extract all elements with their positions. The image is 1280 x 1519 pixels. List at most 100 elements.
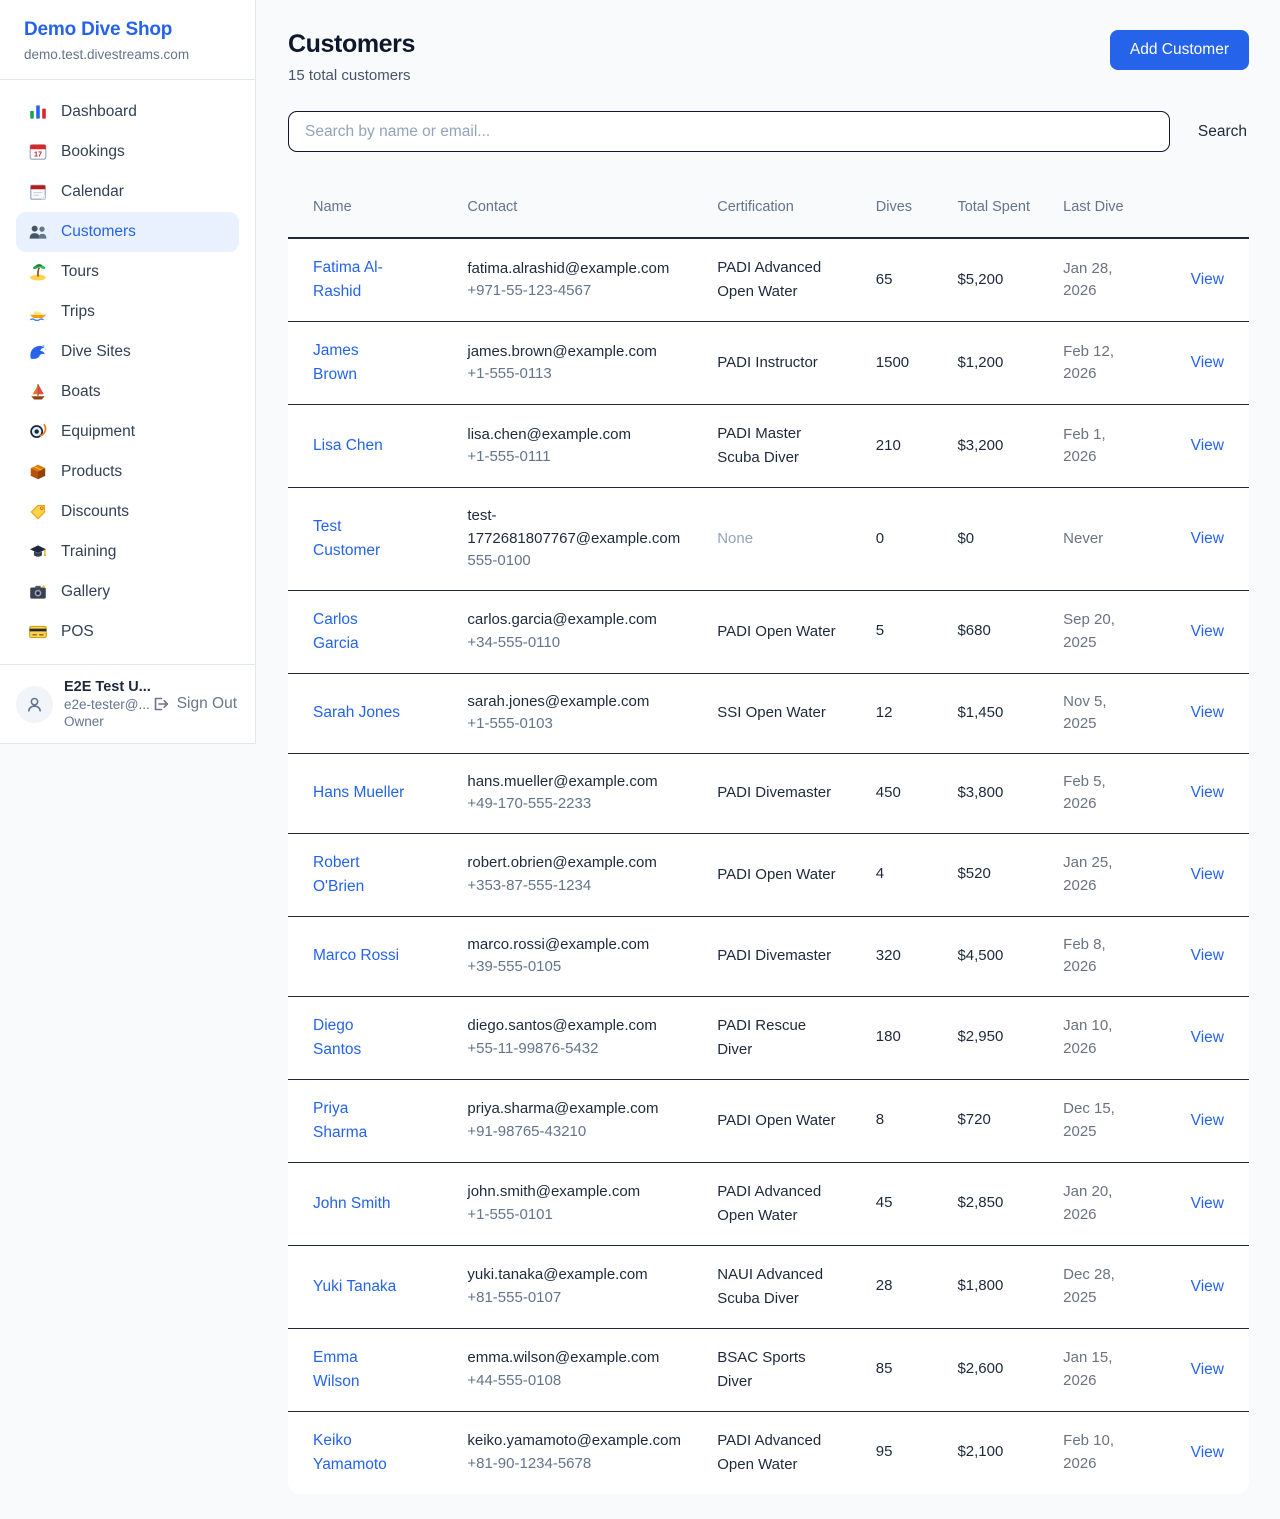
customer-name-link[interactable]: Test Customer: [313, 515, 405, 563]
sidebar-item-gallery[interactable]: Gallery: [16, 572, 239, 612]
customer-name-link[interactable]: Lisa Chen: [313, 434, 383, 458]
customer-dives: 210: [860, 405, 942, 488]
person-icon: [25, 695, 44, 714]
sidebar-item-label: Discounts: [61, 503, 129, 521]
customer-last-dive: Feb 1, 2026: [1047, 405, 1153, 488]
sidebar-item-pos[interactable]: POS: [16, 612, 239, 652]
customer-name-link[interactable]: Hans Mueller: [313, 781, 404, 805]
customer-dives: 45: [860, 1162, 942, 1245]
sidebar-item-products[interactable]: Products: [16, 452, 239, 492]
view-link[interactable]: View: [1191, 623, 1224, 640]
customer-name-link[interactable]: Robert O'Brien: [313, 851, 405, 899]
customer-total-spent: $520: [941, 833, 1047, 916]
sidebar-item-customers[interactable]: Customers: [16, 212, 239, 252]
view-link[interactable]: View: [1191, 1112, 1224, 1129]
customer-email: priya.sharma@example.com: [467, 1098, 685, 1121]
sidebar-item-boats[interactable]: Boats: [16, 372, 239, 412]
view-link[interactable]: View: [1191, 1195, 1224, 1212]
customer-total-spent: $2,850: [941, 1162, 1047, 1245]
search-input[interactable]: [288, 111, 1170, 152]
customer-certification: NAUI Advanced Scuba Diver: [701, 1245, 860, 1328]
view-link[interactable]: View: [1191, 1029, 1224, 1046]
customer-name-link[interactable]: Keiko Yamamoto: [313, 1429, 405, 1477]
customer-name-link[interactable]: John Smith: [313, 1192, 391, 1216]
customer-last-dive: Sep 20, 2025: [1047, 590, 1153, 673]
table-row: Lisa Chen lisa.chen@example.com +1-555-0…: [288, 405, 1249, 488]
view-link[interactable]: View: [1191, 354, 1224, 371]
customer-certification: PADI Divemaster: [701, 753, 860, 833]
table-row: Hans Mueller hans.mueller@example.com +4…: [288, 753, 1249, 833]
sidebar-item-tours[interactable]: Tours: [16, 252, 239, 292]
customer-certification: SSI Open Water: [701, 673, 860, 753]
customer-email: diego.santos@example.com: [467, 1015, 685, 1038]
customer-email: robert.obrien@example.com: [467, 852, 685, 875]
customer-last-dive: Jan 25, 2026: [1047, 833, 1153, 916]
customer-dives: 12: [860, 673, 942, 753]
customer-total-spent: $3,800: [941, 753, 1047, 833]
sign-out-button[interactable]: Sign Out: [151, 695, 239, 713]
calendar-icon: [28, 182, 48, 202]
sidebar-item-label: Products: [61, 463, 122, 481]
customer-total-spent: $680: [941, 590, 1047, 673]
avatar: [16, 686, 53, 723]
view-link[interactable]: View: [1191, 1444, 1224, 1461]
add-customer-button[interactable]: Add Customer: [1110, 30, 1249, 70]
view-link[interactable]: View: [1191, 704, 1224, 721]
customer-phone: +81-90-1234-5678: [467, 1453, 685, 1476]
view-link[interactable]: View: [1191, 1361, 1224, 1378]
customer-email: james.brown@example.com: [467, 341, 685, 364]
sidebar-item-equipment[interactable]: Equipment: [16, 412, 239, 452]
customer-last-dive: Jan 28, 2026: [1047, 238, 1153, 322]
sidebar-item-label: Boats: [61, 383, 101, 401]
sidebar-item-training[interactable]: Training: [16, 532, 239, 572]
customer-name-link[interactable]: James Brown: [313, 339, 405, 387]
sidebar-item-label: Training: [61, 543, 116, 561]
search-button[interactable]: Search: [1196, 119, 1249, 145]
view-link[interactable]: View: [1191, 866, 1224, 883]
view-link[interactable]: View: [1191, 271, 1224, 288]
customer-name-link[interactable]: Sarah Jones: [313, 701, 400, 725]
sidebar-item-label: Calendar: [61, 183, 124, 201]
customer-dives: 320: [860, 916, 942, 996]
customer-name-link[interactable]: Marco Rossi: [313, 944, 399, 968]
page-subtitle: 15 total customers: [288, 67, 415, 84]
sidebar-item-label: POS: [61, 623, 94, 641]
customer-name-link[interactable]: Diego Santos: [313, 1014, 405, 1062]
customer-name-link[interactable]: Fatima Al-Rashid: [313, 256, 405, 304]
sidebar-item-label: Tours: [61, 263, 99, 281]
sidebar-item-trips[interactable]: Trips: [16, 292, 239, 332]
view-link[interactable]: View: [1191, 947, 1224, 964]
sidebar-item-label: Dashboard: [61, 103, 137, 121]
customer-total-spent: $1,200: [941, 322, 1047, 405]
customer-phone: +34-555-0110: [467, 632, 685, 655]
customer-certification: None: [701, 488, 860, 591]
package-icon: [28, 462, 48, 482]
sidebar-footer: E2E Test U... e2e-tester@... Owner Sign …: [0, 664, 255, 743]
customer-name-link[interactable]: Yuki Tanaka: [313, 1275, 396, 1299]
page-header: Customers 15 total customers Add Custome…: [288, 30, 1249, 84]
view-link[interactable]: View: [1191, 1278, 1224, 1295]
customer-total-spent: $5,200: [941, 238, 1047, 322]
sidebar-item-dive-sites[interactable]: Dive Sites: [16, 332, 239, 372]
customer-phone: +1-555-0111: [467, 446, 685, 469]
customer-phone: +1-555-0113: [467, 363, 685, 386]
customer-last-dive: Jan 20, 2026: [1047, 1162, 1153, 1245]
customer-name-link[interactable]: Carlos Garcia: [313, 608, 405, 656]
view-link[interactable]: View: [1191, 437, 1224, 454]
credit-card-icon: [28, 622, 48, 642]
sidebar-item-calendar[interactable]: Calendar: [16, 172, 239, 212]
sidebar-item-dashboard[interactable]: Dashboard: [16, 92, 239, 132]
customer-name-link[interactable]: Priya Sharma: [313, 1097, 405, 1145]
customer-name-link[interactable]: Emma Wilson: [313, 1346, 405, 1394]
view-link[interactable]: View: [1191, 784, 1224, 801]
column-header-certification: Certification: [701, 178, 860, 238]
sidebar-item-label: Customers: [61, 223, 136, 241]
sidebar-item-discounts[interactable]: Discounts: [16, 492, 239, 532]
user-email: e2e-tester@...: [64, 697, 140, 712]
sidebar-item-bookings[interactable]: 17Bookings: [16, 132, 239, 172]
customer-email: keiko.yamamoto@example.com: [467, 1430, 685, 1453]
view-link[interactable]: View: [1191, 530, 1224, 547]
customer-certification: PADI Open Water: [701, 1079, 860, 1162]
customer-dives: 450: [860, 753, 942, 833]
customer-email: lisa.chen@example.com: [467, 424, 685, 447]
